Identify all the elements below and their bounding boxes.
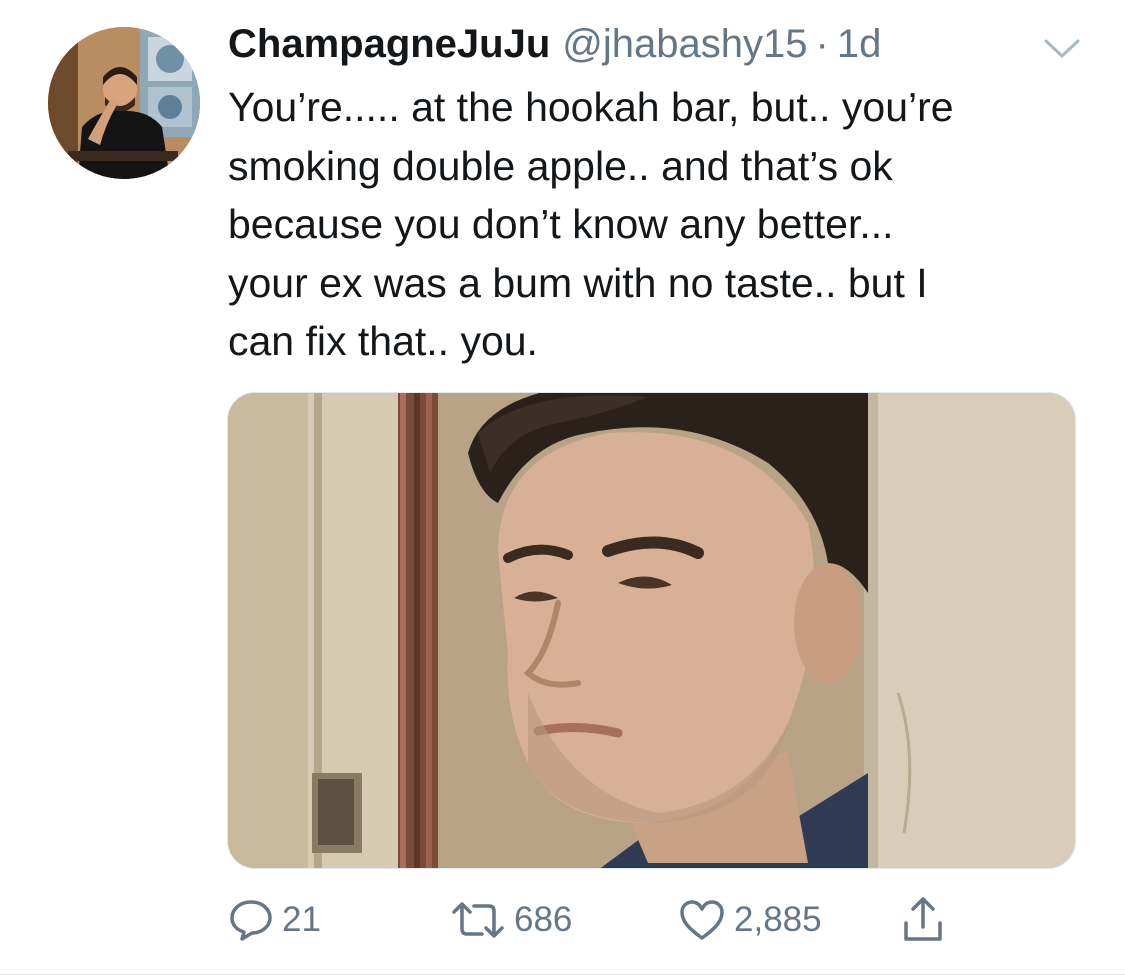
media-photo <box>228 393 1075 868</box>
retweet-icon <box>450 897 506 943</box>
avatar[interactable] <box>48 27 200 179</box>
timestamp[interactable]: 1d <box>837 22 882 67</box>
retweet-count: 686 <box>514 900 573 939</box>
tweet-card[interactable]: ChampagneJuJu @jhabashy15 · 1d You’re...… <box>0 0 1125 977</box>
avatar-photo <box>48 27 200 179</box>
tweet-header: ChampagneJuJu @jhabashy15 · 1d <box>228 22 881 74</box>
separator-dot: · <box>815 22 829 66</box>
reply-count: 21 <box>282 900 321 939</box>
like-button[interactable]: 2,885 <box>678 892 822 948</box>
tweet-media-image[interactable] <box>227 392 1076 869</box>
user-handle[interactable]: @jhabashy15 <box>562 22 807 67</box>
chevron-down-icon[interactable] <box>1042 36 1082 62</box>
reply-button[interactable]: 21 <box>228 892 321 948</box>
share-icon <box>900 895 946 945</box>
tweet-text: You’re..... at the hookah bar, but.. you… <box>228 84 954 364</box>
retweet-button[interactable]: 686 <box>450 892 572 948</box>
heart-icon <box>678 897 726 943</box>
share-button[interactable] <box>900 892 946 948</box>
tweet-actions: 21 686 2,885 <box>0 892 1125 948</box>
bottom-divider <box>0 974 1125 975</box>
display-name[interactable]: ChampagneJuJu <box>228 22 550 67</box>
reply-icon <box>228 897 274 943</box>
like-count: 2,885 <box>734 900 822 939</box>
